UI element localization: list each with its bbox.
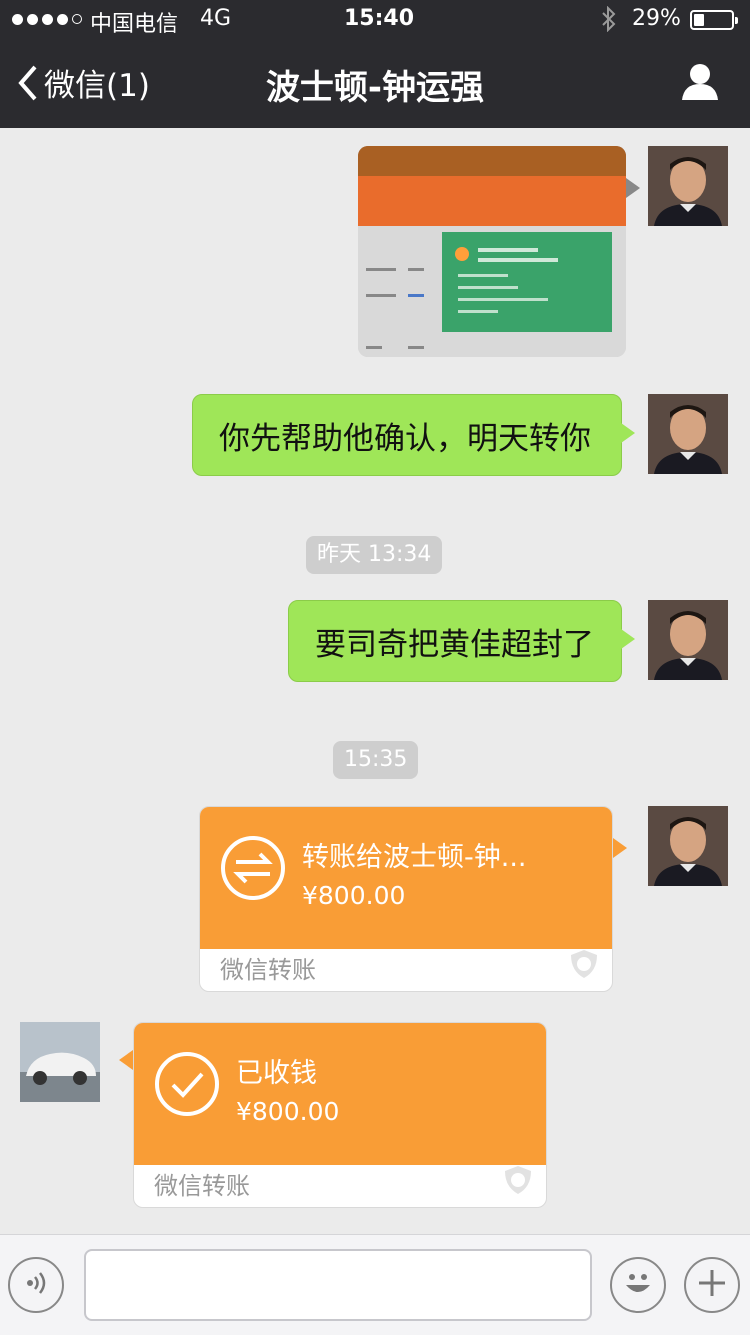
transfer-amount: ¥800.00 — [236, 1097, 340, 1126]
carrier-label: 中国电信 — [90, 12, 179, 37]
transfer-received-card[interactable]: 已收钱 ¥800.00 微信转账 — [133, 1022, 547, 1208]
message-text: 你先帮助他确认，明天转你 — [219, 420, 591, 457]
image-message[interactable] — [358, 146, 626, 357]
avatar[interactable] — [648, 394, 728, 474]
avatar[interactable] — [648, 600, 728, 680]
battery-icon — [690, 10, 738, 30]
transfer-footer: 微信转账 — [220, 956, 316, 984]
bubble-tail — [613, 838, 627, 858]
transfer-title: 已收钱 — [236, 1058, 317, 1089]
transfer-amount: ¥800.00 — [302, 881, 406, 910]
avatar[interactable] — [648, 806, 728, 886]
signal-strength-icon — [12, 14, 82, 25]
shield-icon — [570, 949, 598, 983]
chat-title: 波士顿-钟运强 — [265, 68, 485, 108]
message-bubble[interactable]: 要司奇把黄佳超封了 — [288, 600, 635, 682]
bubble-tail — [119, 1050, 133, 1070]
bluetooth-icon — [600, 5, 618, 38]
profile-icon[interactable] — [680, 62, 720, 106]
input-bar — [0, 1234, 750, 1335]
message-input[interactable] — [84, 1249, 592, 1321]
status-bar: 中国电信 4G 15:40 29% — [0, 0, 750, 40]
transfer-arrows-icon — [220, 835, 286, 905]
plus-icon — [697, 1268, 727, 1302]
nav-bar: 微信(1) 波士顿-钟运强 — [0, 40, 750, 128]
message-bubble[interactable]: 你先帮助他确认，明天转你 — [192, 394, 635, 476]
transfer-card[interactable]: 转账给波士顿-钟... ¥800.00 微信转账 — [199, 806, 613, 992]
battery-percent: 29% — [632, 6, 681, 31]
transfer-footer: 微信转账 — [154, 1172, 250, 1200]
screen-photo-image — [358, 146, 626, 357]
message-text: 要司奇把黄佳超封了 — [315, 626, 594, 663]
more-button[interactable] — [684, 1257, 740, 1313]
emoji-button[interactable] — [610, 1257, 666, 1313]
transfer-title: 转账给波士顿-钟... — [302, 842, 527, 873]
avatar[interactable] — [20, 1022, 100, 1102]
timestamp: 15:35 — [333, 741, 419, 779]
network-type: 4G — [200, 6, 232, 31]
bubble-tail — [626, 178, 640, 198]
voice-icon — [22, 1269, 50, 1301]
smiley-icon — [618, 1263, 658, 1307]
status-time: 15:40 — [344, 6, 415, 31]
shield-icon — [504, 1165, 532, 1199]
header: 中国电信 4G 15:40 29% 微信(1) 波士顿-钟运强 — [0, 0, 750, 128]
voice-button[interactable] — [8, 1257, 64, 1313]
avatar[interactable] — [648, 146, 728, 226]
check-circle-icon — [154, 1051, 220, 1121]
timestamp: 昨天 13:34 — [306, 536, 443, 574]
